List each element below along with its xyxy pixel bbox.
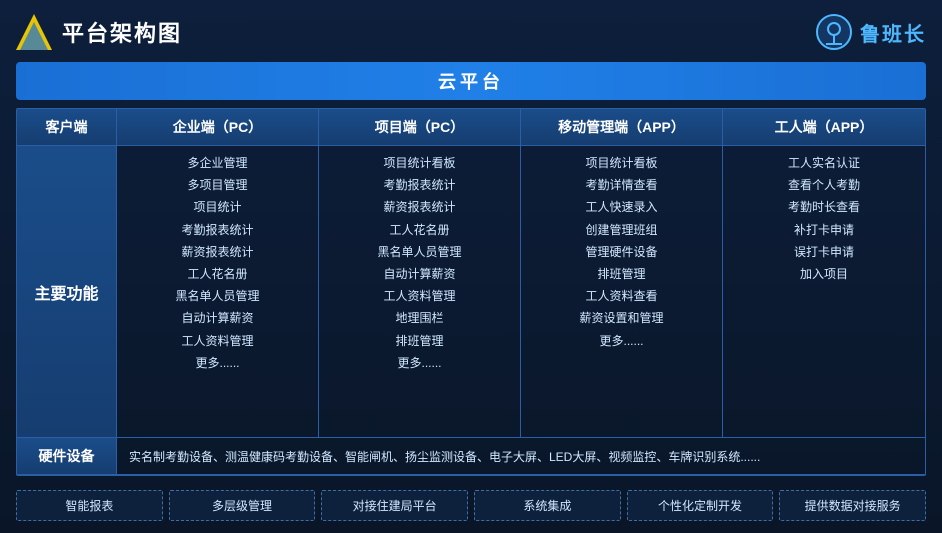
list-item: 薪资报表统计 <box>329 198 510 217</box>
feature-cell: 智能报表 <box>16 490 163 521</box>
hardware-content: 实名制考勤设备、测温健康码考勤设备、智能闸机、扬尘监测设备、电子大屏、LED大屏… <box>117 438 925 474</box>
col-header-client: 客户端 <box>17 109 117 145</box>
col-header-enterprise: 企业端（PC） <box>117 109 319 145</box>
hardware-row: 硬件设备 实名制考勤设备、测温健康码考勤设备、智能闸机、扬尘监测设备、电子大屏、… <box>17 438 925 475</box>
mobile-content: 项目统计看板考勤详情查看工人快速录入创建管理班组管理硬件设备排班管理工人资料查看… <box>521 146 723 437</box>
list-item: 排班管理 <box>329 332 510 351</box>
brand-icon <box>816 14 852 50</box>
main-content-row: 主要功能 多企业管理多项目管理项目统计考勤报表统计薪资报表统计工人花名册黑名单人… <box>17 146 925 438</box>
list-item: 地理围栏 <box>329 309 510 328</box>
list-item: 薪资报表统计 <box>127 243 308 262</box>
list-item: 考勤报表统计 <box>127 221 308 240</box>
list-item: 工人实名认证 <box>733 154 915 173</box>
list-item: 更多...... <box>127 354 308 373</box>
feature-cell: 系统集成 <box>474 490 621 521</box>
features-row: 智能报表多层级管理对接住建局平台系统集成个性化定制开发提供数据对接服务 <box>16 484 926 523</box>
brand-logo: 鲁班长 <box>816 14 926 50</box>
list-item: 自动计算薪资 <box>329 265 510 284</box>
main-function-label: 主要功能 <box>17 146 117 437</box>
feature-cell: 对接住建局平台 <box>321 490 468 521</box>
enterprise-content: 多企业管理多项目管理项目统计考勤报表统计薪资报表统计工人花名册黑名单人员管理自动… <box>117 146 319 437</box>
list-item: 加入项目 <box>733 265 915 284</box>
list-item: 考勤时长查看 <box>733 198 915 217</box>
main-table: 客户端 企业端（PC） 项目端（PC） 移动管理端（APP） 工人端（APP） … <box>16 108 926 476</box>
list-item: 工人花名册 <box>127 265 308 284</box>
project-content: 项目统计看板考勤报表统计薪资报表统计工人花名册黑名单人员管理自动计算薪资工人资料… <box>319 146 521 437</box>
page-wrapper: 平台架构图 鲁班长 云平台 客户端 企业端（PC） 项目端（PC） 移动管理端（… <box>0 0 942 533</box>
list-item: 工人快速录入 <box>531 198 712 217</box>
logo-icon <box>16 14 52 50</box>
page-title: 平台架构图 <box>62 16 182 48</box>
feature-cell: 提供数据对接服务 <box>779 490 926 521</box>
list-item: 工人资料管理 <box>127 332 308 351</box>
feature-cell: 多层级管理 <box>169 490 316 521</box>
worker-content: 工人实名认证查看个人考勤考勤时长查看补打卡申请误打卡申请加入项目 <box>723 146 925 437</box>
list-item: 薪资设置和管理 <box>531 309 712 328</box>
list-item: 排班管理 <box>531 265 712 284</box>
list-item: 多项目管理 <box>127 176 308 195</box>
list-item: 考勤详情查看 <box>531 176 712 195</box>
list-item: 黑名单人员管理 <box>127 287 308 306</box>
hardware-label: 硬件设备 <box>17 438 117 474</box>
list-item: 项目统计看板 <box>329 154 510 173</box>
list-item: 工人花名册 <box>329 221 510 240</box>
feature-cell: 个性化定制开发 <box>627 490 774 521</box>
col-header-mobile: 移动管理端（APP） <box>521 109 723 145</box>
list-item: 项目统计 <box>127 198 308 217</box>
list-item: 多企业管理 <box>127 154 308 173</box>
list-item: 工人资料管理 <box>329 287 510 306</box>
list-item: 工人资料查看 <box>531 287 712 306</box>
list-item: 项目统计看板 <box>531 154 712 173</box>
cloud-banner: 云平台 <box>16 62 926 100</box>
list-item: 管理硬件设备 <box>531 243 712 262</box>
col-headers: 客户端 企业端（PC） 项目端（PC） 移动管理端（APP） 工人端（APP） <box>17 109 925 146</box>
list-item: 查看个人考勤 <box>733 176 915 195</box>
list-item: 更多...... <box>329 354 510 373</box>
header-left: 平台架构图 <box>16 14 182 50</box>
header: 平台架构图 鲁班长 <box>16 10 926 54</box>
list-item: 更多...... <box>531 332 712 351</box>
list-item: 考勤报表统计 <box>329 176 510 195</box>
col-header-project: 项目端（PC） <box>319 109 521 145</box>
list-item: 补打卡申请 <box>733 221 915 240</box>
list-item: 黑名单人员管理 <box>329 243 510 262</box>
col-header-worker: 工人端（APP） <box>723 109 925 145</box>
brand-name: 鲁班长 <box>860 18 926 47</box>
list-item: 自动计算薪资 <box>127 309 308 328</box>
list-item: 误打卡申请 <box>733 243 915 262</box>
list-item: 创建管理班组 <box>531 221 712 240</box>
